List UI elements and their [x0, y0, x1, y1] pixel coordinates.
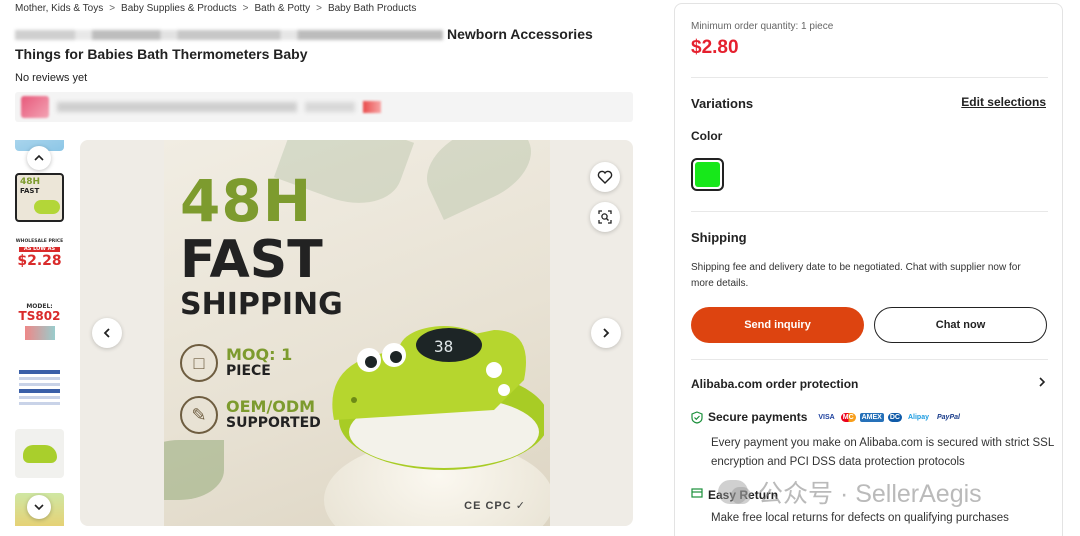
visa-logo: VISA [818, 413, 835, 421]
minimum-order-quantity: Minimum order quantity: 1 piece [691, 21, 834, 32]
chevron-right-icon [1036, 375, 1048, 393]
shield-check-icon [691, 410, 703, 424]
thumbnail-wholesale-price[interactable]: WHOLESALE PRICE AS LOW AS $2.28 [15, 237, 64, 286]
thumb-croc-icon [34, 200, 60, 214]
secure-payments-text: Every payment you make on Alibaba.com is… [711, 437, 1054, 468]
easy-return-row: Easy Return [691, 487, 778, 502]
crocodile-thermometer-illustration: 38 [332, 326, 544, 470]
thumb-as-low-as: AS LOW AS [19, 246, 60, 252]
blurred-title-text [15, 30, 443, 41]
divider [691, 211, 1048, 212]
chat-now-button[interactable]: Chat now [874, 307, 1047, 343]
thumbnail-model[interactable]: MODEL: TS802 [15, 301, 64, 350]
chevron-left-icon[interactable] [92, 318, 122, 348]
send-inquiry-button[interactable]: Send inquiry [691, 307, 864, 343]
croc-display-reading: 38 [434, 337, 453, 356]
feature-moq-unit: PIECE [226, 363, 271, 380]
variations-title: Variations [691, 96, 754, 111]
shipping-text: Shipping fee and delivery date to be neg… [691, 262, 1021, 289]
secure-payments-row: Secure payments VISA MC AMEX DC Alipay P… [691, 410, 962, 424]
easy-return-text: Make free local returns for defects on q… [711, 512, 1009, 524]
reviews-status: No reviews yet [15, 72, 88, 84]
order-protection-title: Alibaba.com order protection [691, 377, 859, 391]
croc-thumb-icon [23, 445, 57, 463]
product-title-part-1: Newborn Accessories [447, 26, 593, 42]
tools-icon: ✎ [180, 396, 218, 434]
image-search-icon[interactable] [590, 202, 620, 232]
thumbnail-croc-product[interactable] [15, 429, 64, 478]
breadcrumb-link-baby-bath-products[interactable]: Baby Bath Products [328, 3, 416, 14]
blurred-supplier-info [305, 102, 355, 112]
blurred-supplier-name [57, 102, 297, 112]
breadcrumb-separator: > [242, 3, 249, 14]
supplier-logo [21, 96, 49, 118]
feature-moq-text: MOQ: 1 [226, 345, 293, 365]
supplier-flag-icon [363, 101, 381, 113]
breadcrumb-link-mother-kids-toys[interactable]: Mother, Kids & Toys [15, 3, 103, 14]
edit-selections-link[interactable]: Edit selections [961, 95, 1046, 109]
chevron-right-icon[interactable] [591, 318, 621, 348]
thumbnail-48h[interactable]: 48H FAST [15, 173, 64, 222]
breadcrumb: Mother, Kids & Toys > Baby Supplies & Pr… [15, 3, 416, 14]
diners-logo: DC [887, 412, 902, 422]
image-headline: 48H FAST SHIPPING [180, 172, 343, 320]
shipping-title: Shipping [691, 230, 747, 245]
order-panel: Minimum order quantity: 1 piece $2.80 Va… [674, 3, 1063, 536]
alipay-logo: Alipay [907, 413, 929, 421]
color-label: Color [691, 129, 723, 143]
thumb-fast-text: FAST [20, 187, 40, 195]
amex-logo: AMEX [859, 412, 884, 422]
secure-payments-title: Secure payments [708, 410, 808, 424]
payment-logos: VISA MC AMEX DC Alipay PayPal [816, 412, 962, 422]
product-image-card: 48H FAST SHIPPING □ MOQ: 1 PIECE ✎ OEM/O… [164, 140, 550, 526]
color-swatch-green[interactable] [691, 158, 724, 191]
thumb-price: $2.28 [17, 252, 62, 269]
breadcrumb-separator: > [316, 3, 322, 14]
thumbnail-spec-sheet[interactable] [15, 365, 64, 414]
chevron-up-icon[interactable] [27, 146, 51, 170]
supplier-bar[interactable] [15, 92, 633, 122]
certification-marks: CE CPC ✓ [464, 500, 526, 512]
main-product-image[interactable]: 48H FAST SHIPPING □ MOQ: 1 PIECE ✎ OEM/O… [80, 140, 633, 526]
easy-return-title: Easy Return [708, 487, 779, 502]
product-title: Newborn Accessories Things for Babies Ba… [15, 24, 615, 64]
thumb-48h-text: 48H [20, 177, 41, 187]
divider [691, 359, 1048, 360]
mastercard-logo: MC [840, 412, 856, 422]
thumb-model-number: TS802 [18, 309, 61, 323]
swatch-fill [695, 162, 720, 187]
thumb-wholesale-label: WHOLESALE PRICE [15, 239, 64, 244]
product-title-line-2: Things for Babies Bath Thermometers Baby [15, 46, 308, 62]
breadcrumb-link-baby-supplies[interactable]: Baby Supplies & Products [121, 3, 237, 14]
divider [691, 77, 1048, 78]
feature-moq: □ MOQ: 1 PIECE [180, 344, 292, 382]
return-box-icon [691, 487, 703, 502]
breadcrumb-separator: > [109, 3, 116, 14]
heart-icon[interactable] [590, 162, 620, 192]
order-protection-row[interactable]: Alibaba.com order protection [691, 375, 1048, 393]
headline-48h: 48H [180, 167, 313, 235]
price: $2.80 [691, 37, 739, 58]
headline-fast: FAST [180, 230, 323, 290]
box-icon: □ [180, 344, 218, 382]
chevron-down-icon[interactable] [27, 495, 51, 519]
thumbnail-strip: 48H FAST WHOLESALE PRICE AS LOW AS $2.28… [15, 140, 65, 526]
paypal-logo: PayPal [937, 413, 960, 421]
breadcrumb-link-bath-potty[interactable]: Bath & Potty [255, 3, 311, 14]
